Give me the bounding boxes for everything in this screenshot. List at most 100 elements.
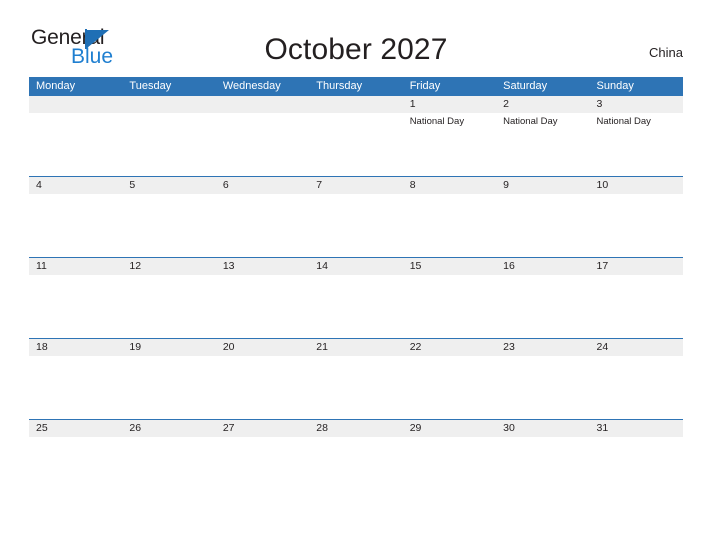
page-title: October 2027	[264, 33, 448, 66]
day-number-band: 12	[122, 258, 216, 275]
week-cells: 25 26 27 28 29 30 31	[29, 420, 683, 500]
weekday-tuesday: Tuesday	[129, 80, 172, 92]
day-number-band: 31	[589, 420, 683, 437]
day-events	[496, 194, 589, 196]
weekday-sunday: Sunday	[596, 80, 634, 92]
day-cell[interactable]: 3 National Day	[589, 96, 683, 176]
day-number-band: 23	[496, 339, 590, 356]
day-events	[496, 437, 589, 439]
day-cell[interactable]: 8	[402, 177, 497, 257]
day-number: 15	[409, 260, 422, 272]
day-events	[590, 194, 683, 196]
day-events	[309, 275, 402, 277]
weekday-thursday: Thursday	[316, 80, 363, 92]
day-number: 4	[36, 179, 42, 191]
day-cell[interactable]: 12	[122, 258, 216, 338]
day-number-band: 9	[496, 177, 590, 194]
day-cell[interactable]: 27	[215, 420, 310, 500]
day-events	[29, 113, 122, 115]
day-number-band: 29	[402, 420, 497, 437]
day-number-band: 7	[309, 177, 403, 194]
day-cell[interactable]: 9	[496, 177, 590, 257]
day-cell[interactable]: 31	[589, 420, 683, 500]
week-cells: 4 5 6 7 8 9 10	[29, 177, 683, 257]
day-cell[interactable]: 6	[215, 177, 310, 257]
day-events	[590, 437, 683, 439]
day-cell-empty	[29, 96, 123, 176]
weekday-monday: Monday	[36, 80, 76, 92]
day-cell[interactable]: 11	[29, 258, 123, 338]
day-number: 21	[316, 341, 328, 353]
day-number-band: 15	[402, 258, 497, 275]
week-cells: 18 19 20 21 22 23 24	[29, 339, 683, 419]
day-number: 29	[409, 422, 422, 434]
day-number-band: 13	[215, 258, 310, 275]
day-number-band: 24	[589, 339, 683, 356]
day-cell[interactable]: 14	[309, 258, 403, 338]
day-cell[interactable]: 4	[29, 177, 123, 257]
day-number-band: 14	[309, 258, 403, 275]
day-cell[interactable]: 15	[402, 258, 497, 338]
day-number: 6	[222, 179, 229, 191]
day-number: 16	[503, 260, 515, 272]
day-events	[29, 275, 122, 277]
day-cell[interactable]: 30	[496, 420, 590, 500]
day-cell[interactable]: 25	[29, 420, 123, 500]
day-number-band: 26	[122, 420, 216, 437]
day-number-band: 10	[589, 177, 683, 194]
day-number-band: 21	[309, 339, 403, 356]
day-cell[interactable]: 26	[122, 420, 216, 500]
day-number-band: 8	[402, 177, 497, 194]
calendar-page: General Blue October 2027 China Monday T…	[0, 0, 712, 550]
day-cell[interactable]: 2 National Day	[496, 96, 590, 176]
weekday-wednesday: Wednesday	[222, 80, 281, 92]
day-cell[interactable]: 19	[122, 339, 216, 419]
day-events	[403, 437, 496, 439]
day-number-band: 28	[309, 420, 403, 437]
day-number-band: 6	[215, 177, 310, 194]
day-events	[122, 275, 215, 277]
calendar-week-row: 1 National Day 2 National Day 3 National Day	[29, 96, 683, 176]
day-cell[interactable]: 28	[309, 420, 403, 500]
calendar-weeks: 1 National Day 2 National Day 3 National Day 4…	[29, 96, 683, 500]
day-cell[interactable]: 22	[402, 339, 497, 419]
event-label: National Day	[503, 116, 558, 127]
day-cell[interactable]: 5	[122, 177, 216, 257]
day-cell[interactable]: 7	[309, 177, 403, 257]
day-cell[interactable]: 10	[589, 177, 683, 257]
day-number: 18	[36, 341, 48, 353]
day-number: 28	[316, 422, 328, 434]
day-cell[interactable]: 21	[309, 339, 403, 419]
day-number-band: 17	[589, 258, 683, 275]
day-number: 31	[596, 422, 609, 434]
day-cell[interactable]: 29	[402, 420, 497, 500]
day-number: 11	[36, 260, 47, 272]
day-number: 14	[316, 260, 328, 272]
day-events	[309, 194, 402, 196]
day-cell[interactable]: 20	[215, 339, 310, 419]
day-number: 5	[129, 179, 136, 191]
day-number-band: 11	[29, 258, 123, 275]
calendar-week-row: 25 26 27 28 29 30 31	[29, 419, 683, 500]
day-number-band: 4	[29, 177, 123, 194]
day-events	[122, 113, 215, 115]
day-number: 26	[129, 422, 142, 434]
day-number-band: 1	[402, 96, 497, 113]
day-cell[interactable]: 24	[589, 339, 683, 419]
day-number-band	[215, 96, 310, 113]
day-events	[122, 194, 215, 196]
day-cell[interactable]: 13	[215, 258, 310, 338]
day-number: 20	[222, 341, 235, 353]
week-cells: 1 National Day 2 National Day 3 National Day	[29, 96, 683, 176]
day-cell[interactable]: 18	[29, 339, 123, 419]
day-cell[interactable]: 23	[496, 339, 590, 419]
day-cell[interactable]: 1 National Day	[402, 96, 497, 176]
calendar-grid: Monday Tuesday Wednesday Thursday Friday…	[29, 77, 683, 500]
day-number-band	[309, 96, 403, 113]
day-number-band: 16	[496, 258, 590, 275]
day-number-band	[122, 96, 216, 113]
day-cell[interactable]: 16	[496, 258, 590, 338]
day-cell[interactable]: 17	[589, 258, 683, 338]
day-events	[309, 356, 402, 358]
week-cells: 11 12 13 14 15 16 17	[29, 258, 683, 338]
